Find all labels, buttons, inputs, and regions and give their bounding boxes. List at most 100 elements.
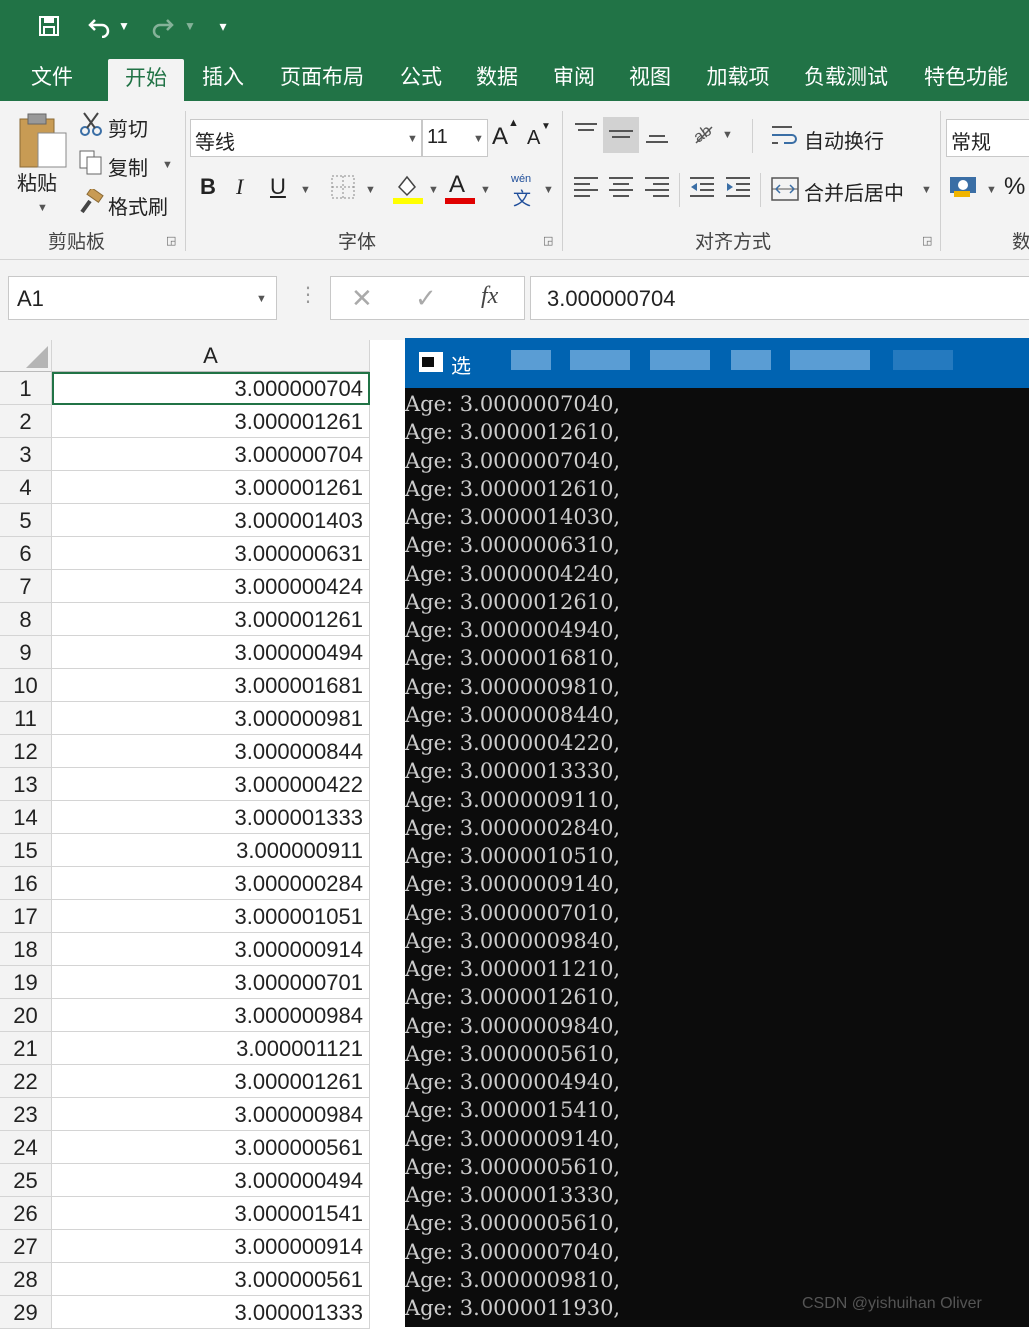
underline-button[interactable]: U [270,174,286,200]
merge-center-icon[interactable] [770,175,800,203]
cancel-icon[interactable]: ✕ [351,283,373,314]
fill-color-dropdown-icon[interactable]: ▼ [428,184,439,196]
number-format-select[interactable]: 常规 [946,119,1029,157]
cell-a22[interactable]: 3.000001261 [52,1065,370,1098]
format-painter-icon[interactable] [78,187,104,215]
row-header[interactable]: 29 [0,1296,52,1329]
redo-dropdown-icon[interactable]: ▼ [180,10,200,42]
tab-load-test[interactable]: 负载测试 [796,55,896,101]
cell-a24[interactable]: 3.000000561 [52,1131,370,1164]
row-header[interactable]: 11 [0,702,52,735]
copy-dropdown-icon[interactable]: ▼ [162,159,173,171]
align-top-icon[interactable] [572,119,600,147]
cell-a9[interactable]: 3.000000494 [52,636,370,669]
cell-a23[interactable]: 3.000000984 [52,1098,370,1131]
undo-icon[interactable] [84,10,116,42]
enter-icon[interactable]: ✓ [415,283,437,314]
row-header[interactable]: 15 [0,834,52,867]
cell-a16[interactable]: 3.000000284 [52,867,370,900]
row-header[interactable]: 5 [0,504,52,537]
row-header[interactable]: 19 [0,966,52,999]
formula-bar-grip-icon[interactable]: ⋮ [298,282,318,307]
row-header[interactable]: 27 [0,1230,52,1263]
tab-formulas[interactable]: 公式 [388,55,454,101]
align-bottom-icon[interactable] [643,119,671,147]
cell-a2[interactable]: 3.000001261 [52,405,370,438]
cell-a7[interactable]: 3.000000424 [52,570,370,603]
font-color-dropdown-icon[interactable]: ▼ [480,184,491,196]
select-all-corner[interactable] [0,340,52,372]
row-header[interactable]: 25 [0,1164,52,1197]
row-header[interactable]: 9 [0,636,52,669]
border-icon[interactable] [330,174,358,202]
decrease-indent-icon[interactable] [688,173,716,201]
accounting-dropdown-icon[interactable]: ▼ [986,184,997,196]
clipboard-launcher-icon[interactable]: ◲ [166,234,176,247]
increase-font-size-icon[interactable]: A [492,123,508,151]
cell-a21[interactable]: 3.000001121 [52,1032,370,1065]
cell-a27[interactable]: 3.000000914 [52,1230,370,1263]
cell-a5[interactable]: 3.000001403 [52,504,370,537]
name-box[interactable]: A1 ▼ [8,276,277,320]
row-header[interactable]: 1 [0,372,52,405]
alignment-launcher-icon[interactable]: ◲ [922,234,932,247]
cell-a10[interactable]: 3.000001681 [52,669,370,702]
phonetic-dropdown-icon[interactable]: ▼ [543,184,554,196]
copy-button[interactable]: 复制 [108,152,148,181]
orientation-icon[interactable]: ab [690,119,718,147]
row-header[interactable]: 17 [0,900,52,933]
redo-icon[interactable] [146,10,178,42]
row-header[interactable]: 2 [0,405,52,438]
paste-dropdown-icon[interactable]: ▼ [37,202,48,214]
align-right-icon[interactable] [643,173,671,201]
cell-a6[interactable]: 3.000000631 [52,537,370,570]
cell-a13[interactable]: 3.000000422 [52,768,370,801]
decrease-font-size-icon[interactable]: A [527,127,540,150]
underline-dropdown-icon[interactable]: ▼ [300,184,311,196]
tab-addins[interactable]: 加载项 [694,55,782,101]
insert-function-icon[interactable]: fx [481,283,498,310]
row-header[interactable]: 26 [0,1197,52,1230]
row-header[interactable]: 7 [0,570,52,603]
name-box-dropdown-icon[interactable]: ▼ [256,293,267,305]
cell-a11[interactable]: 3.000000981 [52,702,370,735]
cell-a29[interactable]: 3.000001333 [52,1296,370,1329]
paste-label[interactable]: 粘贴 [17,167,57,196]
cell-a18[interactable]: 3.000000914 [52,933,370,966]
row-header[interactable]: 22 [0,1065,52,1098]
bold-button[interactable]: B [200,174,216,200]
cell-a17[interactable]: 3.000001051 [52,900,370,933]
font-name-dropdown-icon[interactable]: ▼ [407,133,418,145]
cell-a4[interactable]: 3.000001261 [52,471,370,504]
cut-icon[interactable] [78,111,104,137]
cell-a1[interactable]: 3.000000704 [52,372,370,405]
row-header[interactable]: 14 [0,801,52,834]
row-header[interactable]: 6 [0,537,52,570]
align-middle-icon[interactable] [603,117,639,153]
row-header[interactable]: 12 [0,735,52,768]
wrap-text-button[interactable]: 自动换行 [804,125,884,154]
cell-a26[interactable]: 3.000001541 [52,1197,370,1230]
row-header[interactable]: 20 [0,999,52,1032]
phonetic-guide-top[interactable]: wén [511,173,531,185]
font-size-dropdown-icon[interactable]: ▼ [473,133,484,145]
tab-insert[interactable]: 插入 [190,55,256,101]
cell-a20[interactable]: 3.000000984 [52,999,370,1032]
border-dropdown-icon[interactable]: ▼ [365,184,376,196]
accounting-format-icon[interactable] [948,173,980,201]
wrap-text-icon[interactable] [770,121,800,151]
row-header[interactable]: 16 [0,867,52,900]
cell-a3[interactable]: 3.000000704 [52,438,370,471]
merge-dropdown-icon[interactable]: ▼ [921,184,932,196]
row-header[interactable]: 10 [0,669,52,702]
cell-a12[interactable]: 3.000000844 [52,735,370,768]
column-header-a[interactable]: A [52,340,370,372]
cell-a28[interactable]: 3.000000561 [52,1263,370,1296]
phonetic-guide-icon[interactable]: 文 [513,185,531,211]
row-header[interactable]: 23 [0,1098,52,1131]
cell-a15[interactable]: 3.000000911 [52,834,370,867]
row-header[interactable]: 24 [0,1131,52,1164]
row-header[interactable]: 13 [0,768,52,801]
cell-a8[interactable]: 3.000001261 [52,603,370,636]
worksheet-grid[interactable]: A 1 3.000000704 2 3.000001261 3 3.000000704 4 3… [0,340,405,1329]
